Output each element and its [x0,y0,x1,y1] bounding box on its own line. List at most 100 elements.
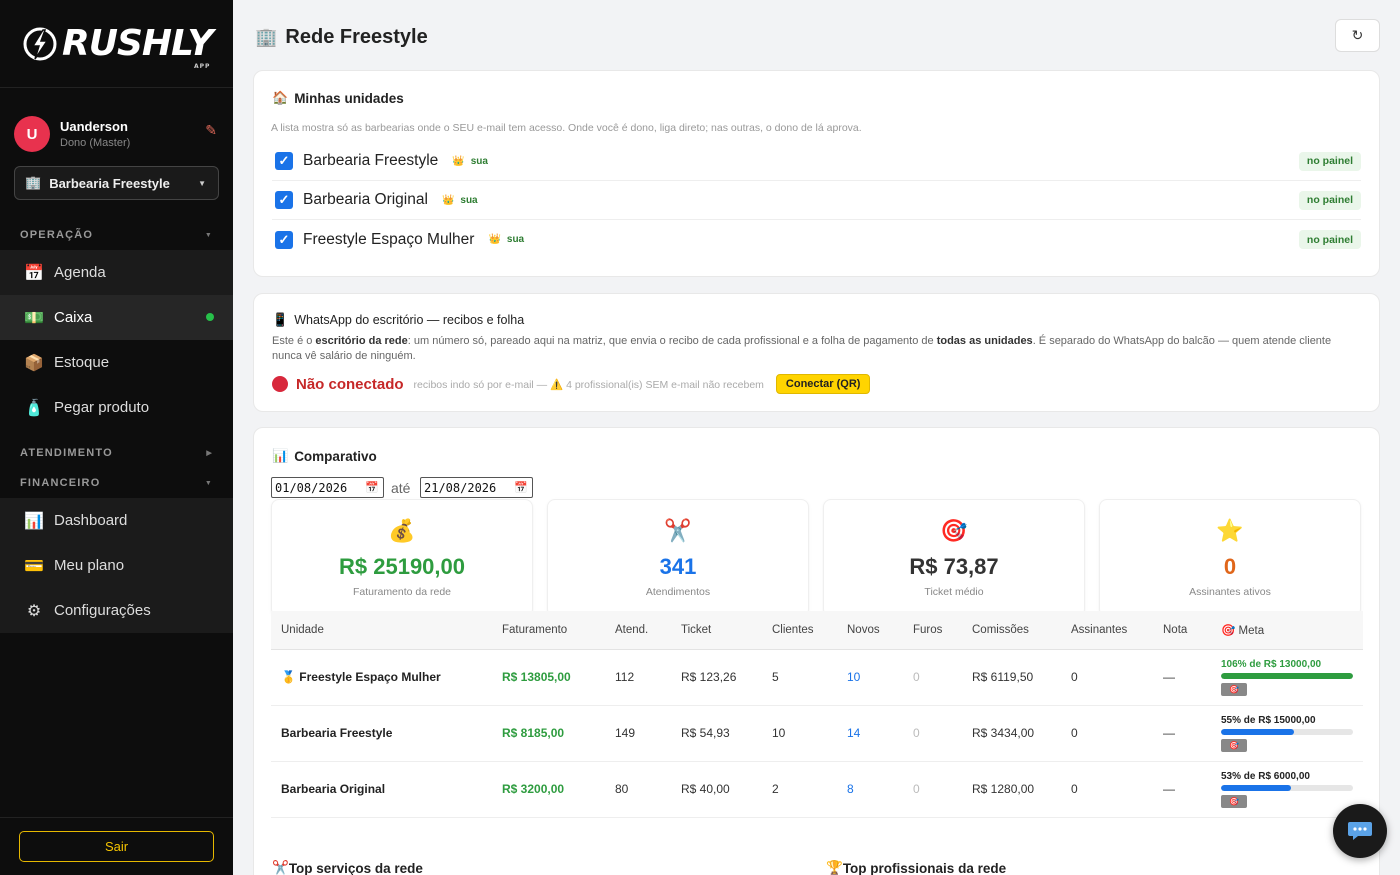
sidebar-item-meu-plano[interactable]: 💳 Meu plano [0,543,233,588]
chart-icon: 📊 [24,512,44,530]
star-icon: ⭐ [1216,518,1244,543]
crown-icon: 👑 [452,155,465,167]
unit-row[interactable]: ✓ Barbearia Original 👑 sua no painel [272,181,1361,220]
table-row[interactable]: 🥇 Freestyle Espaço Mulher R$ 13805,00 11… [271,649,1363,706]
brand-sub: APP [193,63,211,70]
edit-pencil-icon[interactable]: ✎ [205,122,217,139]
meta-progress-bar [1221,784,1353,791]
kpi-value: 341 [659,554,697,579]
sidebar-item-pegar-produto[interactable]: 🧴 Pegar produto [0,385,233,430]
col-clientes[interactable]: Clientes [762,611,837,650]
table-row[interactable]: Barbearia Original R$ 3200,00 80 R$ 40,0… [271,761,1363,818]
cell-ticket: R$ 123,26 [671,649,762,706]
kpi-card-ticket: 🎯 R$ 73,87 Ticket médio [823,499,1085,617]
bar-chart-icon: 📊 [272,448,289,463]
sidebar-item-estoque[interactable]: 📦 Estoque [0,340,233,385]
cell-furos: 0 [903,705,962,762]
chevron-down-icon: ▼ [204,479,213,487]
checkbox-checked[interactable]: ✓ [275,230,293,249]
cell-unit: Barbearia Original [271,761,492,818]
edit-meta-button[interactable]: 🎯 [1221,794,1247,808]
section-operacao[interactable]: OPERAÇÃO ▼ [0,220,233,250]
col-assinantes[interactable]: Assinantes [1061,611,1153,650]
cell-comissoes: R$ 6119,50 [962,649,1061,706]
connect-qr-button[interactable]: Conectar (QR) [775,374,871,394]
sidebar-item-configuracoes[interactable]: ⚙ Configurações [0,588,233,633]
status-badge: no painel [1298,190,1361,210]
checkbox-checked[interactable]: ✓ [275,152,293,170]
cell-furos: 0 [903,649,962,706]
col-novos[interactable]: Novos [837,611,903,650]
cell-nota: — [1153,649,1211,706]
shop-selector[interactable]: 🏢 Barbearia Freestyle ▼ [14,166,219,200]
crown-icon: 👑 [441,194,455,206]
cell-novos[interactable]: 8 [837,761,903,818]
kpi-card-revenue: 💰 R$ 25190,00 Faturamento da rede [271,499,533,617]
money-icon: 💵 [24,309,44,327]
kpi-card-appointments: ✂️ 341 Atendimentos [547,499,809,617]
units-hint: A lista mostra só as barbearias onde o S… [271,122,862,134]
col-faturamento[interactable]: Faturamento [492,611,605,650]
calendar-icon: 📅 [365,481,379,494]
table-row[interactable]: Barbearia Freestyle R$ 8185,00 149 R$ 54… [271,705,1363,762]
logout-button[interactable]: Sair [19,831,214,862]
building-icon: 🏢 [25,175,42,190]
owner-tag: sua [460,194,478,206]
chevron-right-icon: ▶ [206,450,213,457]
brand-logo: RUSHLY APP [0,0,233,88]
owner-tag: sua [506,234,525,245]
date-from-input[interactable]: 01/08/2026 📅 [271,477,384,498]
col-unidade[interactable]: Unidade [271,611,492,650]
calendar-icon: 📅 [24,264,44,282]
sidebar-item-dashboard[interactable]: 📊 Dashboard [0,498,233,543]
sidebar-item-agenda[interactable]: 📅 Agenda [0,250,233,295]
cell-meta: 53% de R$ 6000,00 🎯 [1211,761,1363,818]
col-nota[interactable]: Nota [1153,611,1211,650]
col-comissoes[interactable]: Comissões [962,611,1061,650]
col-furos[interactable]: Furos [903,611,962,650]
whatsapp-card-title-text: WhatsApp do escritório — recibos e folha [294,313,525,327]
avatar: U [14,116,50,152]
refresh-icon: ↻ [1351,27,1364,43]
date-separator: até [391,480,411,496]
section-financeiro[interactable]: FINANCEIRO ▼ [0,468,233,498]
unit-row[interactable]: ✓ Barbearia Freestyle 👑 sua no painel [272,142,1361,181]
section-atendimento[interactable]: ATENDIMENTO ▶ [0,438,233,468]
top-pros-title: 🏆 Top profissionais da rede [826,860,1007,875]
sidebar-item-label: Caixa [54,309,93,326]
units-card: 🏠 Minhas unidades A lista mostra só as ba… [253,70,1380,277]
kpi-value: R$ 73,87 [909,554,999,579]
col-meta[interactable]: 🎯 Meta [1211,611,1363,650]
edit-meta-button[interactable]: 🎯 [1221,682,1247,696]
refresh-button[interactable]: ↻ [1335,19,1380,52]
target-icon: 🎯 [940,518,968,543]
col-ticket[interactable]: Ticket [671,611,762,650]
online-status-dot [206,313,214,321]
bottle-icon: 🧴 [24,399,44,417]
sidebar-item-label: Agenda [54,264,106,281]
sidebar-item-label: Estoque [54,354,110,371]
sidebar-item-label: Configurações [54,602,151,619]
cell-novos[interactable]: 14 [837,705,903,762]
unit-row[interactable]: ✓ Freestyle Espaço Mulher 👑 sua no paine… [272,220,1361,259]
kpi-label: Atendimentos [645,586,711,598]
meta-progress-bar [1221,672,1353,679]
target-icon: 🎯 [1229,740,1239,750]
edit-meta-button[interactable]: 🎯 [1221,738,1247,752]
section-operacao-label: OPERAÇÃO [20,229,94,241]
whatsapp-card: 📱 WhatsApp do escritório — recibos e folh… [253,293,1380,412]
kpi-value: R$ 25190,00 [339,554,465,579]
kpi-label: Assinantes ativos [1189,586,1271,598]
cell-atend: 112 [605,649,671,706]
connection-status: Não conectado [296,375,404,393]
whatsapp-card-title: 📱 WhatsApp do escritório — recibos e folh… [272,312,1361,328]
sidebar-item-caixa[interactable]: 💵 Caixa [0,295,233,340]
col-atend[interactable]: Atend. [605,611,671,650]
checkbox-checked[interactable]: ✓ [275,191,293,209]
cell-novos[interactable]: 10 [837,649,903,706]
chat-button[interactable] [1333,804,1387,858]
chat-bubble-icon [1348,822,1372,840]
compare-card-title: 📊 Comparativo [272,448,377,464]
date-to-input[interactable]: 21/08/2026 📅 [420,477,533,498]
cell-unit: 🥇 Freestyle Espaço Mulher [271,649,492,706]
